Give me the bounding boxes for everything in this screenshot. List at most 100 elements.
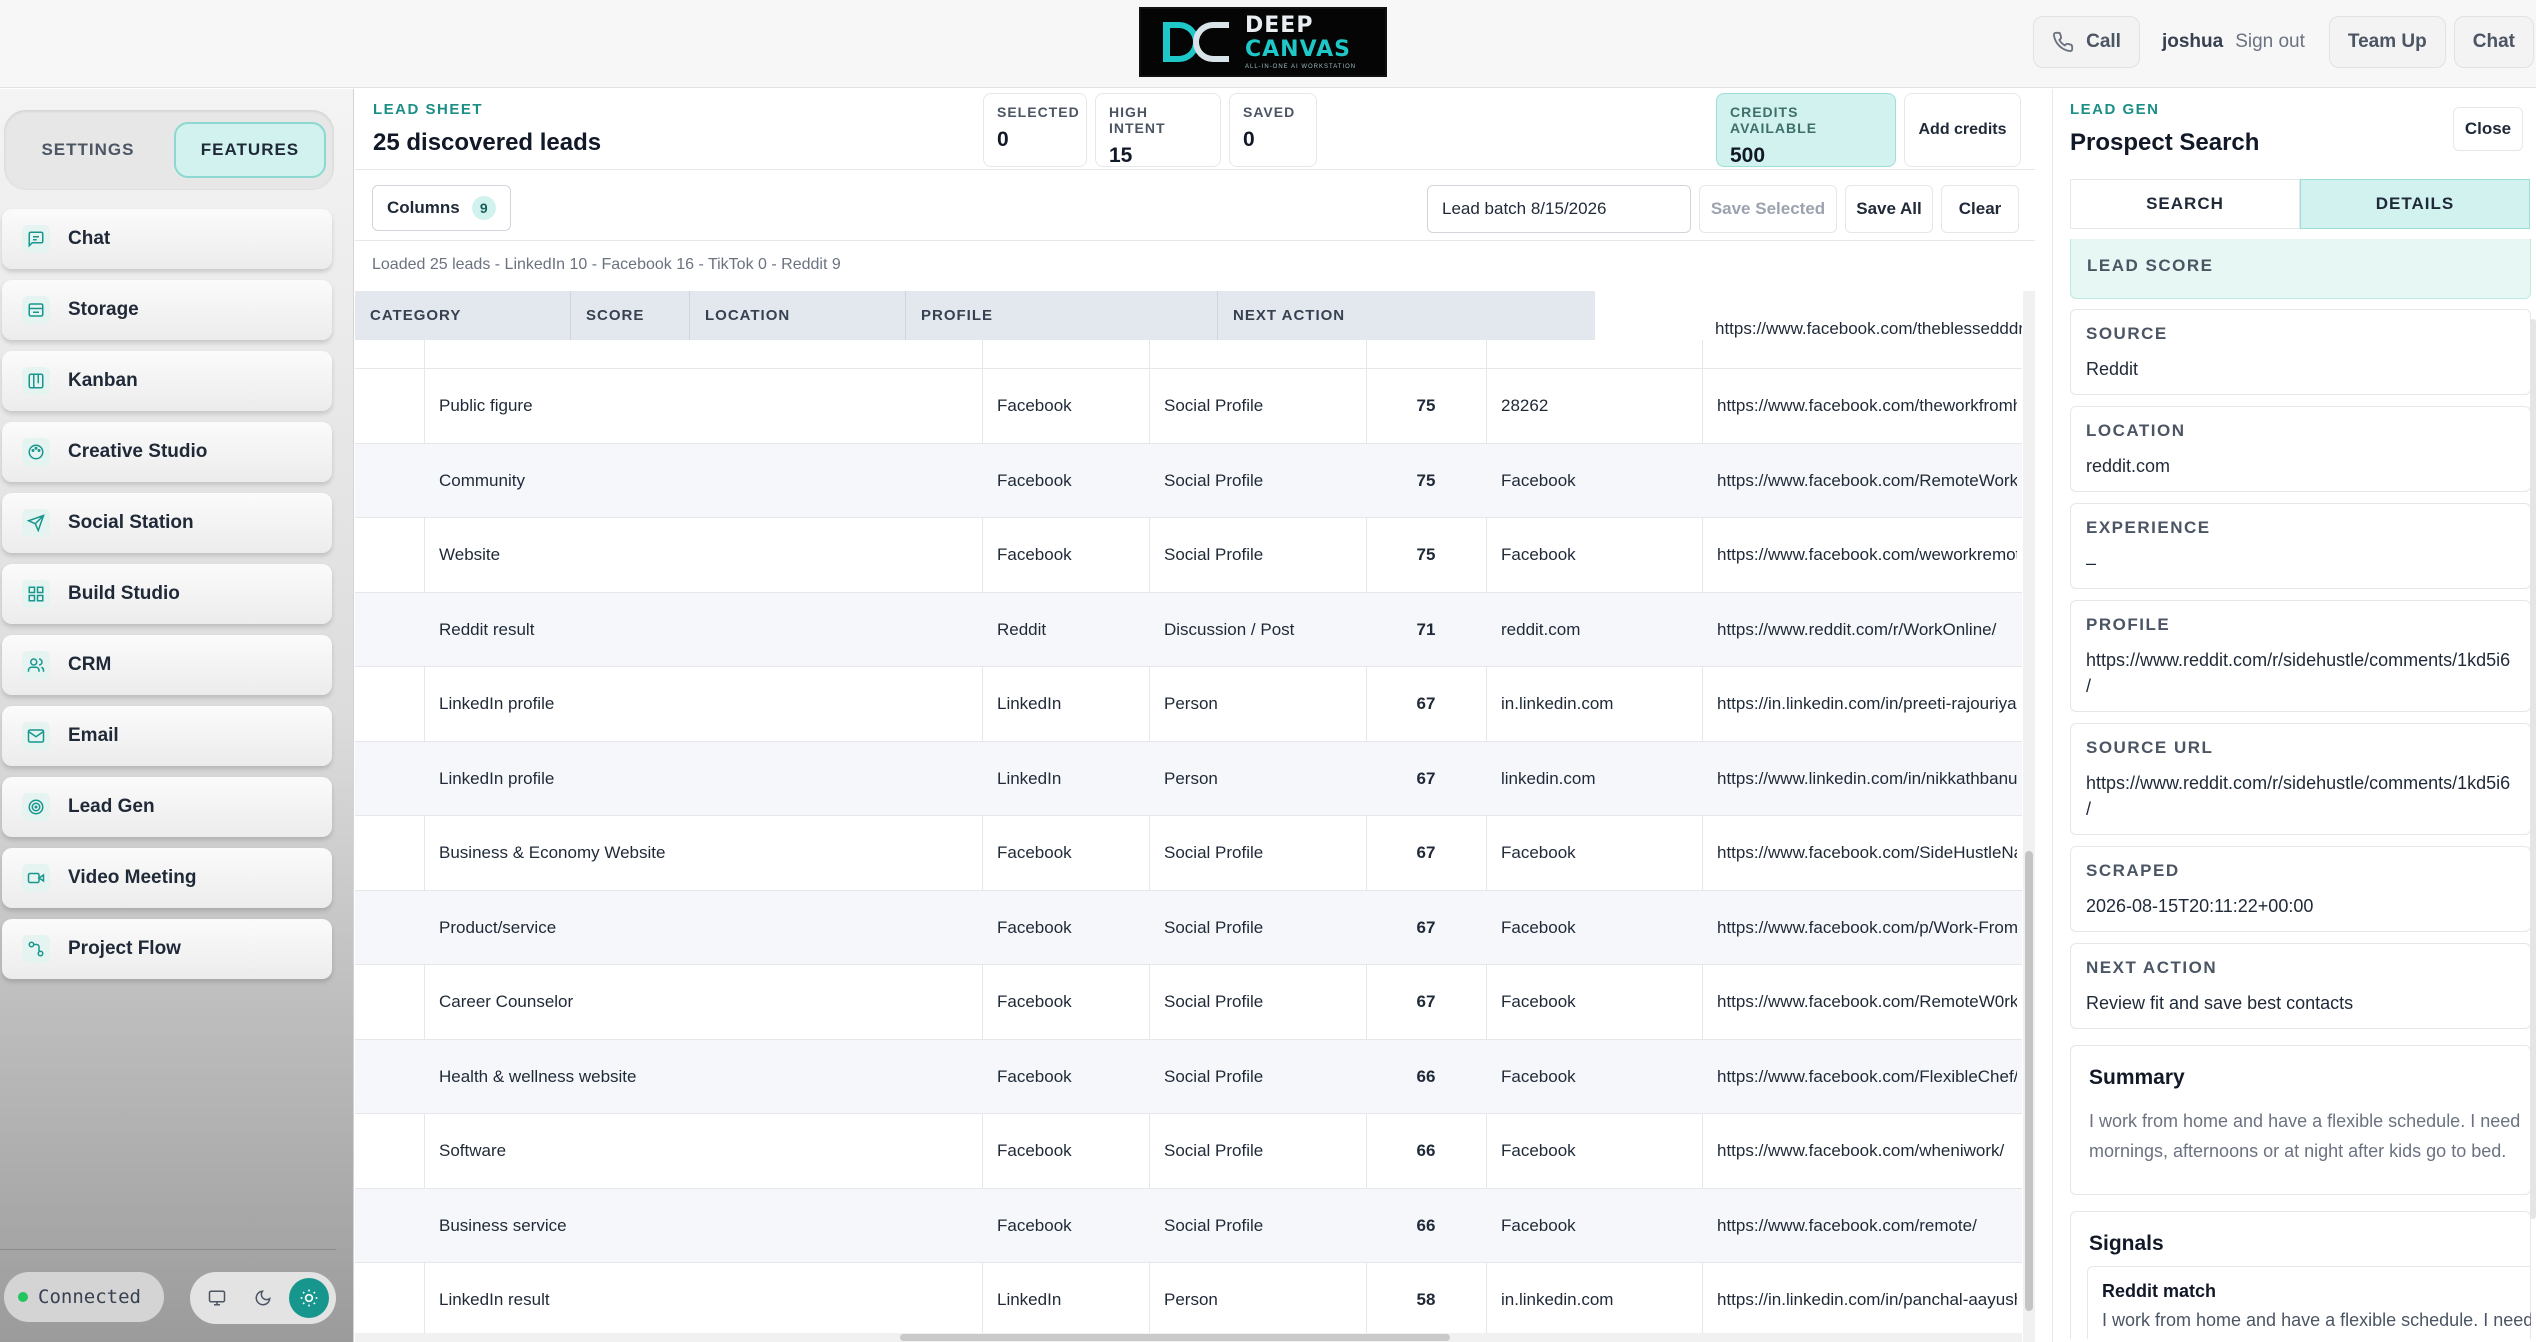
sign-out-link[interactable]: Sign out	[2235, 31, 2305, 53]
grid-icon	[22, 580, 50, 608]
field-label: EXPERIENCE	[2086, 518, 2211, 537]
theme-light-button[interactable]	[289, 1278, 329, 1318]
table-vertical-scrollbar[interactable]	[2023, 291, 2035, 1342]
add-credits-button[interactable]: Add credits	[1904, 93, 2021, 167]
tab-search[interactable]: SEARCH	[2070, 179, 2300, 229]
table-row[interactable]: LinkedIn profile LinkedIn Person 67 in.linke…	[355, 666, 2022, 740]
header-profile[interactable]: PROFILE	[906, 291, 1218, 340]
close-button[interactable]: Close	[2453, 107, 2523, 151]
header-category[interactable]: CATEGORY	[355, 291, 571, 340]
table-cell-type: Person	[1164, 694, 1218, 713]
table-cell-platform: Facebook	[997, 917, 1072, 937]
table-cell-url[interactable]: https://www.facebook.com/RemoteWorke	[1717, 444, 2017, 518]
table-row[interactable]: Career Counselor Facebook Social Profile 67…	[355, 964, 2022, 1038]
flow-icon	[22, 935, 50, 963]
table-cell-category: LinkedIn result	[439, 1290, 550, 1309]
table-cell-url[interactable]: https://in.linkedin.com/in/preeti-rajour…	[1717, 667, 2017, 741]
table-cell-category: Business & Economy Website	[439, 843, 666, 862]
table-cell-url[interactable]: https://www.facebook.com/theworkfromh	[1717, 369, 2017, 443]
table-cell-url[interactable]: https://www.facebook.com/theblessedddri	[1715, 319, 2022, 339]
tab-features[interactable]: FEATURES	[173, 122, 326, 178]
table-cell-type: Social Profile	[1164, 1215, 1264, 1235]
signal-item[interactable]: Reddit match I work from home and have a…	[2087, 1266, 2531, 1339]
table-cell-url[interactable]: https://www.reddit.com/r/WorkOnline/	[1717, 593, 2017, 667]
field-scraped: SCRAPED 2026-08-15T20:11:22+00:00	[2070, 846, 2531, 932]
save-all-button[interactable]: Save All	[1845, 185, 1933, 233]
field-value: reddit.com	[2086, 456, 2171, 476]
batch-name-input[interactable]	[1427, 185, 1691, 233]
table-row[interactable]: Website Facebook Social Profile 75 Facebook h…	[355, 517, 2022, 591]
table-cell-type: Social Profile	[1164, 545, 1264, 564]
table-row[interactable]: Business & Economy Website Facebook Social…	[355, 815, 2022, 889]
header-location[interactable]: LOCATION	[690, 291, 906, 340]
sidebar-item-label: Storage	[68, 299, 139, 320]
sidebar-item-label: Build Studio	[68, 583, 180, 604]
sidebar-item-chat[interactable]: Chat	[2, 209, 332, 269]
table-cell-url[interactable]: https://www.facebook.com/remote/	[1717, 1189, 2017, 1263]
table-row[interactable]: Business service Facebook Social Profile 66…	[355, 1187, 2022, 1263]
table-row[interactable]: LinkedIn profile LinkedIn Person 67 linkedin…	[355, 740, 2022, 816]
tab-settings[interactable]: SETTINGS	[12, 122, 164, 178]
table-row[interactable]: Community Facebook Social Profile 75 Faceboo…	[355, 442, 2022, 518]
table-cell-url[interactable]: https://www.linkedin.com/in/nikkathbanu	[1717, 742, 2017, 816]
sidebar-item-storage[interactable]: Storage	[2, 280, 332, 340]
table-cell-platform: Facebook	[997, 843, 1072, 862]
sidebar-item-lead-gen[interactable]: Lead Gen	[2, 777, 332, 837]
team-up-button[interactable]: Team Up	[2328, 16, 2446, 68]
sidebar-item-social-station[interactable]: Social Station	[2, 493, 332, 553]
table-row[interactable]: Reddit result Reddit Discussion / Post 71 re…	[355, 591, 2022, 667]
field-value[interactable]: https://www.reddit.com/r/sidehustle/comm…	[2086, 647, 2515, 699]
header-score[interactable]: SCORE	[571, 291, 690, 340]
table-cell-type: Social Profile	[1164, 1141, 1264, 1160]
sidebar-item-crm[interactable]: CRM	[2, 635, 332, 695]
table-row[interactable]: Health & wellness website Facebook Social …	[355, 1038, 2022, 1114]
palette-icon	[22, 438, 50, 466]
table-cell-url[interactable]: https://www.facebook.com/wheniwork/	[1717, 1114, 2017, 1188]
table-cell-url[interactable]: https://in.linkedin.com/in/panchal-aayus…	[1717, 1263, 2017, 1337]
table-cell-platform: Facebook	[997, 396, 1072, 415]
detail-scrollbar[interactable]	[2530, 319, 2536, 1219]
table-cell-url[interactable]: https://www.facebook.com/FlexibleChef/	[1717, 1040, 2017, 1114]
table-cell-category: Public figure	[439, 396, 533, 415]
sun-icon	[300, 1289, 318, 1307]
table-cell-score: 66	[1416, 1066, 1436, 1086]
table-cell-url[interactable]: https://www.facebook.com/RemoteW0rkE	[1717, 965, 2017, 1039]
save-selected-button[interactable]: Save Selected	[1699, 185, 1837, 233]
mode-toggle: SETTINGS FEATURES	[4, 110, 334, 190]
field-value[interactable]: https://www.reddit.com/r/sidehustle/comm…	[2086, 770, 2515, 822]
theme-dark-button[interactable]	[243, 1278, 283, 1318]
table-row[interactable]: Public figure Facebook Social Profile 75 282…	[355, 368, 2022, 442]
deep-canvas-logo[interactable]: DEEP CANVAS ALL-IN-ONE AI WORKSTATION	[1139, 7, 1387, 77]
call-label: Call	[2086, 31, 2121, 52]
table-horizontal-scrollbar[interactable]	[355, 1333, 2022, 1342]
table-cell-location: 28262	[1501, 396, 1549, 415]
sidebar-item-creative-studio[interactable]: Creative Studio	[2, 422, 332, 482]
table-cell-platform: LinkedIn	[997, 694, 1062, 713]
sidebar-item-video-meeting[interactable]: Video Meeting	[2, 848, 332, 908]
table-row[interactable]: LinkedIn result LinkedIn Person 58 in.linked…	[355, 1262, 2022, 1336]
chat-button[interactable]: Chat	[2453, 16, 2534, 68]
sidebar-item-email[interactable]: Email	[2, 706, 332, 766]
table-cell-score: 58	[1416, 1290, 1436, 1309]
table-row[interactable]: Product/service Facebook Social Profile 67 F…	[355, 889, 2022, 965]
columns-button[interactable]: Columns 9	[372, 185, 511, 231]
table-cell-url[interactable]: https://www.facebook.com/weworkremot	[1717, 518, 2017, 592]
tab-details[interactable]: DETAILS	[2300, 179, 2530, 229]
field-label: LOCATION	[2086, 421, 2186, 440]
table-row[interactable]: Software Facebook Social Profile 66 Facebook…	[355, 1113, 2022, 1187]
table-cell-url[interactable]: https://www.facebook.com/SideHustleNa	[1717, 816, 2017, 890]
clear-button[interactable]: Clear	[1941, 185, 2019, 233]
theme-system-button[interactable]	[197, 1278, 237, 1318]
table-cell-type: Social Profile	[1164, 1066, 1264, 1086]
table-cell-url[interactable]: https://www.facebook.com/p/Work-From	[1717, 891, 2017, 965]
sidebar-item-project-flow[interactable]: Project Flow	[2, 919, 332, 979]
header-next-action[interactable]: NEXT ACTION	[1218, 291, 1595, 340]
sidebar-item-build-studio[interactable]: Build Studio	[2, 564, 332, 624]
sidebar-item-kanban[interactable]: Kanban	[2, 351, 332, 411]
user-name: joshua	[2161, 31, 2224, 52]
detail-fields: LEAD SCORE SOURCE Reddit LOCATION reddit…	[2070, 239, 2531, 1339]
call-button[interactable]: Call	[2033, 16, 2140, 68]
signals-card: Signals Reddit match I work from home an…	[2070, 1211, 2531, 1339]
table-cell-location: in.linkedin.com	[1501, 1290, 1614, 1309]
video-icon	[22, 864, 50, 892]
